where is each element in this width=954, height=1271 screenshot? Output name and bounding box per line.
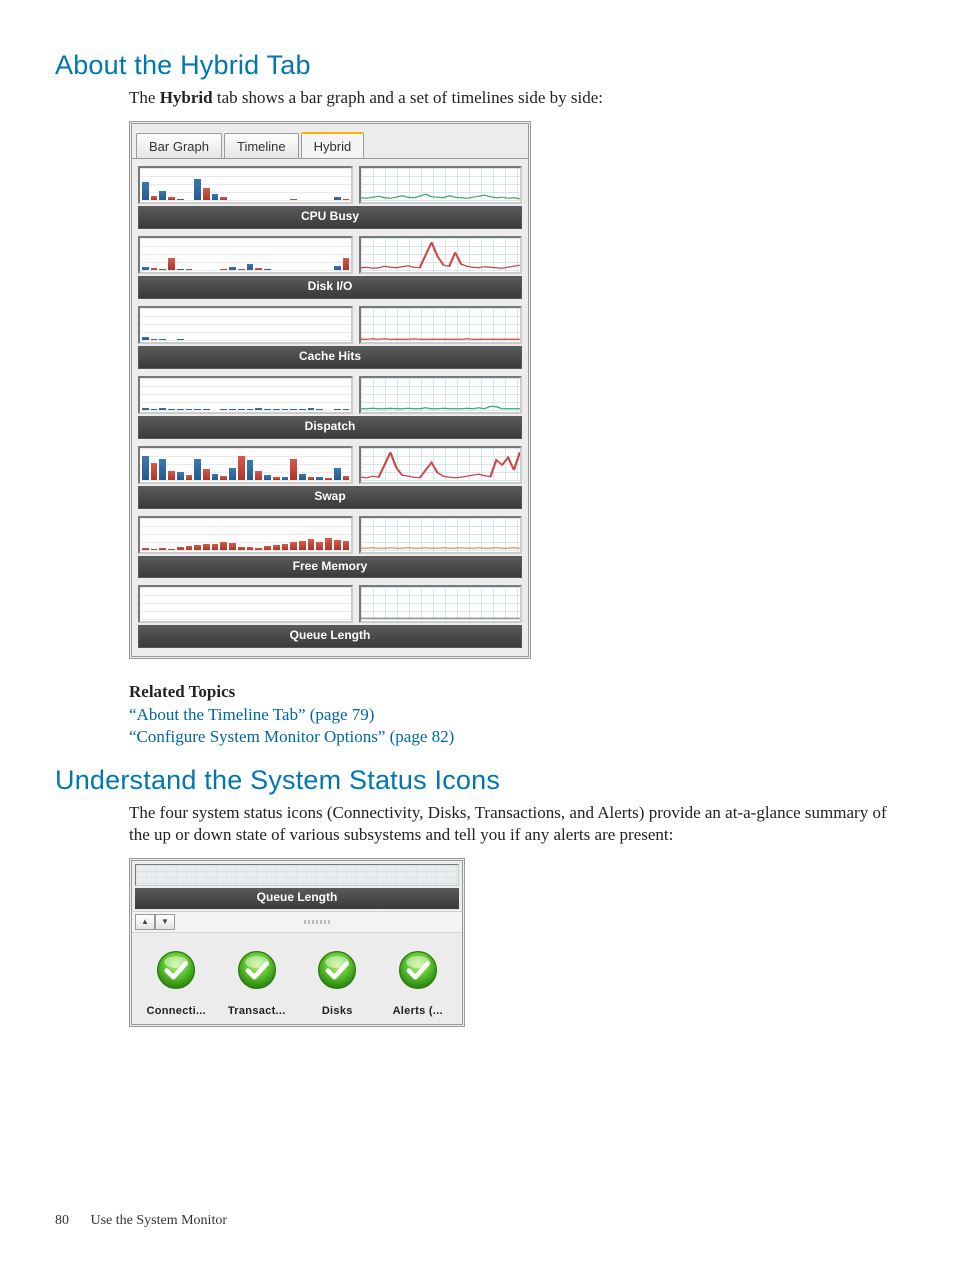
metric-block: Queue Length	[136, 582, 524, 648]
metric-row	[136, 303, 524, 344]
status-icon-transactions[interactable]: Transact...	[217, 949, 298, 1018]
figure-hybrid-tab-screenshot: Bar Graph Timeline Hybrid CPU Busy Disk I…	[129, 121, 531, 659]
footer-chapter-title: Use the System Monitor	[91, 1213, 228, 1228]
bar-graph-panel	[138, 376, 353, 414]
metric-label: CPU Busy	[138, 206, 522, 229]
text-bold-hybrid: Hybrid	[160, 88, 213, 107]
paragraph-hybrid-intro: The Hybrid tab shows a bar graph and a s…	[129, 87, 899, 109]
scroll-arrow-row: ▲ ▼	[132, 911, 462, 933]
timeline-panel	[359, 516, 522, 554]
hybrid-tab-body: CPU Busy Disk I/O Cache Hits Dispatch Swap Fr…	[132, 158, 528, 656]
timeline-panel	[359, 376, 522, 414]
check-ok-icon	[297, 949, 378, 996]
metric-row	[136, 373, 524, 414]
check-ok-icon	[378, 949, 459, 996]
metric-block: Cache Hits	[136, 303, 524, 369]
metric-block: CPU Busy	[136, 163, 524, 229]
metric-row	[136, 233, 524, 274]
check-ok-icon	[217, 949, 298, 996]
timeline-panel	[359, 166, 522, 204]
page-footer: 80 Use the System Monitor	[55, 1213, 227, 1229]
text-fragment: tab shows a bar graph and a set of timel…	[213, 88, 603, 107]
timeline-panel	[359, 236, 522, 274]
status-icon-label: Transact...	[217, 1004, 298, 1019]
timeline-panel	[359, 306, 522, 344]
heading-about-hybrid-tab: About the Hybrid Tab	[55, 50, 899, 81]
metric-block: Swap	[136, 443, 524, 509]
metric-row	[136, 443, 524, 484]
tab-timeline[interactable]: Timeline	[224, 133, 299, 158]
related-topics-heading: Related Topics	[129, 681, 899, 703]
bar-graph-panel	[138, 516, 353, 554]
bar-graph-panel	[138, 446, 353, 484]
metric-label: Dispatch	[138, 416, 522, 439]
metric-block: Disk I/O	[136, 233, 524, 299]
timeline-panel	[359, 446, 522, 484]
metric-label: Free Memory	[138, 556, 522, 579]
scroll-down-button[interactable]: ▼	[155, 914, 175, 930]
metric-label-queue-length: Queue Length	[135, 888, 459, 909]
metric-row	[136, 582, 524, 623]
scroll-up-button[interactable]: ▲	[135, 914, 155, 930]
metric-block: Free Memory	[136, 513, 524, 579]
tab-hybrid[interactable]: Hybrid	[301, 132, 365, 158]
bar-graph-panel	[138, 166, 353, 204]
status-icon-label: Connecti...	[136, 1004, 217, 1019]
check-ok-icon	[136, 949, 217, 996]
metric-label: Cache Hits	[138, 346, 522, 369]
resize-grip[interactable]	[304, 920, 330, 924]
page-number: 80	[55, 1213, 69, 1228]
metric-row	[136, 513, 524, 554]
link-configure-system-monitor-options[interactable]: “Configure System Monitor Options” (page…	[129, 726, 899, 748]
timeline-panel	[359, 585, 522, 623]
metric-row	[136, 163, 524, 204]
metric-block: Dispatch	[136, 373, 524, 439]
status-icon-label: Disks	[297, 1004, 378, 1019]
bar-graph-panel	[138, 585, 353, 623]
bar-graph-panel	[138, 236, 353, 274]
mini-timeline-strip	[135, 864, 459, 886]
metric-label: Swap	[138, 486, 522, 509]
bar-graph-panel	[138, 306, 353, 344]
status-icon-disks[interactable]: Disks	[297, 949, 378, 1018]
status-icon-label: Alerts (...	[378, 1004, 459, 1019]
metric-label: Disk I/O	[138, 276, 522, 299]
status-icon-alerts[interactable]: Alerts (...	[378, 949, 459, 1018]
status-icon-connectivity[interactable]: Connecti...	[136, 949, 217, 1018]
text-fragment: The	[129, 88, 160, 107]
tab-bar: Bar Graph Timeline Hybrid	[132, 124, 528, 158]
figure-status-icons-screenshot: Queue Length ▲ ▼ Connecti...	[129, 858, 465, 1027]
heading-understand-status-icons: Understand the System Status Icons	[55, 765, 899, 796]
metric-label: Queue Length	[138, 625, 522, 648]
paragraph-status-intro: The four system status icons (Connectivi…	[129, 802, 899, 847]
tab-bar-graph[interactable]: Bar Graph	[136, 133, 222, 158]
link-about-timeline-tab[interactable]: “About the Timeline Tab” (page 79)	[129, 704, 899, 726]
